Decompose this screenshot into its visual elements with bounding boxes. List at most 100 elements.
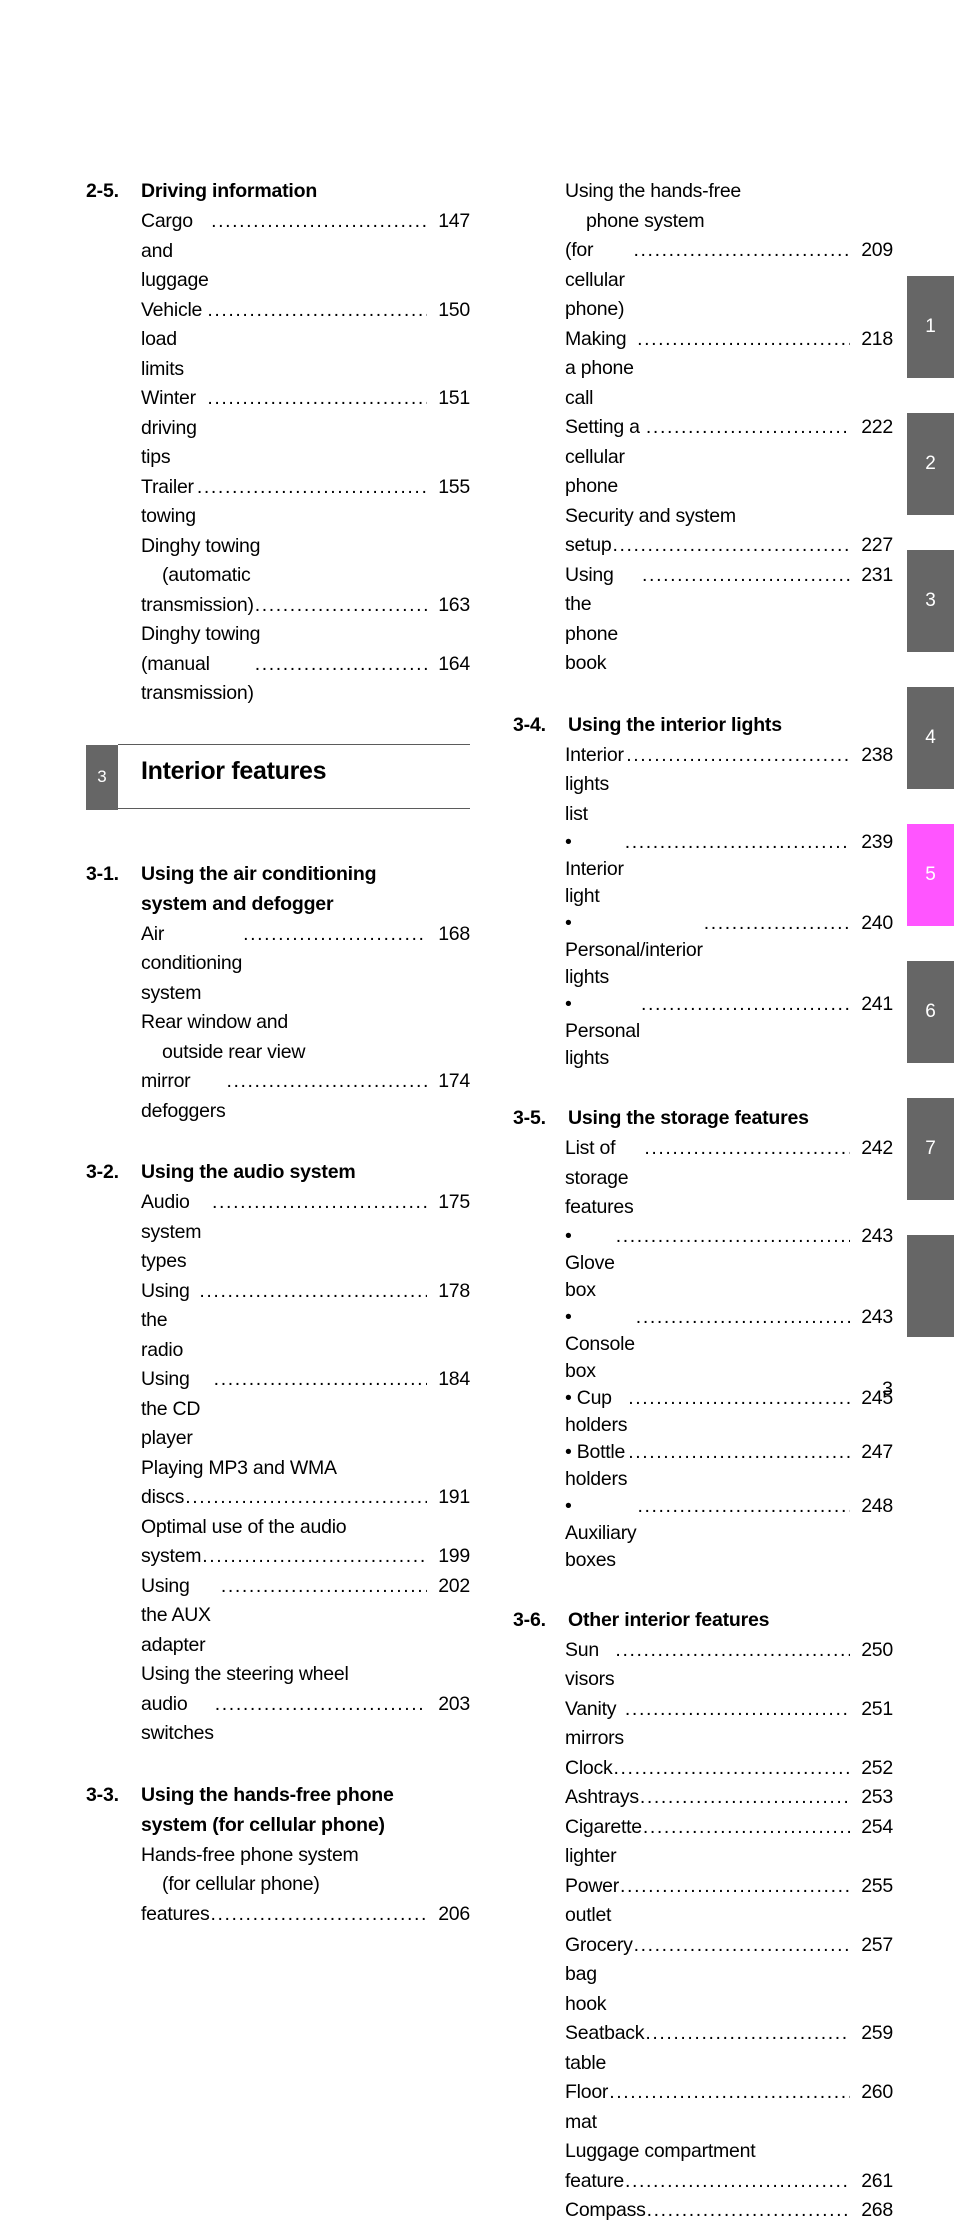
toc-entry[interactable]: Cigarette lighter 254	[513, 1813, 893, 1872]
toc-entry[interactable]: Hands-free phone system (for cellular pho…	[86, 1841, 470, 1930]
toc-entry[interactable]: Making a phone call 218	[513, 325, 893, 414]
toc-entry[interactable]: • Console box 243	[513, 1304, 893, 1385]
toc-entry[interactable]: Grocery bag hook 257	[513, 1931, 893, 2020]
toc-entry-page-number: 248	[861, 1494, 893, 1517]
toc-entry-label: setup	[565, 534, 612, 556]
toc-entry-page-number: 163	[438, 593, 470, 616]
toc-section-heading[interactable]: 3-1. Using the air conditioning system and…	[86, 859, 470, 919]
toc-section-title-line: Using the hands-free phone	[141, 1783, 394, 1806]
toc-entry[interactable]: Trailer towing 155	[86, 473, 470, 532]
side-tab-2[interactable]: 2	[907, 413, 954, 515]
toc-entry-label: system	[141, 1545, 202, 1567]
toc-entry[interactable]: Interior lights list 238	[513, 741, 893, 830]
toc-entry[interactable]: • Interior light 239	[513, 829, 893, 910]
toc-section-number: 3-4.	[513, 713, 546, 736]
dot-leader	[616, 1223, 850, 1250]
side-tab-5[interactable]: 5	[907, 824, 954, 926]
toc-section-heading[interactable]: 3-4. Using the interior lights	[513, 710, 893, 740]
toc-entry[interactable]: • Glove box 243	[513, 1223, 893, 1304]
side-tab-4[interactable]: 4	[907, 687, 954, 789]
toc-entry[interactable]: Using the AUX adapter 202	[86, 1572, 470, 1661]
toc-section-title-line: Using the interior lights	[568, 713, 782, 736]
toc-entry[interactable]: Ashtrays 253	[513, 1783, 893, 1813]
toc-section: 3-5. Using the storage features List of st…	[513, 1103, 893, 1574]
toc-entry-label: Using the radio	[141, 1279, 195, 1361]
toc-entry[interactable]: • Bottle holders 247	[513, 1439, 893, 1493]
toc-entry[interactable]: Power outlet 255	[513, 1872, 893, 1931]
toc-entry[interactable]: Playing MP3 and WMA discs 191	[86, 1454, 470, 1513]
toc-entry[interactable]: Compass 268	[513, 2196, 893, 2226]
toc-entry[interactable]: • Personal lights 241	[513, 991, 893, 1072]
toc-entry-label: Hands-free phone system	[141, 1843, 359, 1866]
toc-entry[interactable]: Winter driving tips 151	[86, 384, 470, 473]
toc-page: 2-5. Driving information Cargo and luggage…	[0, 0, 954, 2221]
toc-entry[interactable]: Floor mat 260	[513, 2078, 893, 2137]
dot-leader	[704, 910, 850, 937]
toc-left-column: 2-5. Driving information Cargo and luggage…	[86, 0, 470, 1929]
toc-entry-page-number: 242	[861, 1137, 893, 1159]
toc-entry[interactable]: Using the hands-free phone system (for cel…	[513, 177, 893, 325]
toc-section: 3-4. Using the interior lights Interior li…	[513, 710, 893, 1073]
toc-entry[interactable]: • Personal/interior lights 240	[513, 910, 893, 991]
toc-entry-label: outside rear view	[162, 1040, 306, 1063]
chapter-number-badge: 3	[86, 744, 118, 810]
toc-entry-label: transmission)	[141, 593, 254, 616]
toc-section-number: 3-3.	[86, 1783, 119, 1806]
toc-entry[interactable]: Using the radio 178	[86, 1277, 470, 1366]
side-tab-label: 3	[925, 590, 936, 611]
toc-entry[interactable]: Setting a cellular phone 222	[513, 413, 893, 502]
toc-entry[interactable]: Dinghy towing (manual transmission) 164	[86, 620, 470, 709]
toc-entry[interactable]: Luggage compartment feature 261	[513, 2137, 893, 2196]
toc-entry[interactable]: • Auxiliary boxes 248	[513, 1493, 893, 1574]
dot-leader	[634, 236, 850, 266]
toc-entry[interactable]: Air conditioning system 168	[86, 920, 470, 1009]
dot-leader	[215, 1690, 427, 1720]
side-tab-7[interactable]: 7	[907, 1098, 954, 1200]
toc-entry[interactable]: Optimal use of the audio system 199	[86, 1513, 470, 1572]
toc-section-heading[interactable]: 3-6. Other interior features	[513, 1605, 893, 1635]
toc-entry[interactable]: Sun visors 250	[513, 1636, 893, 1695]
toc-section: 3-2. Using the audio system Audio system t…	[86, 1157, 470, 1749]
dot-leader	[614, 1754, 850, 1784]
toc-entry-page-number: 206	[438, 1902, 470, 1925]
dot-leader	[640, 1783, 850, 1813]
toc-section-heading[interactable]: 3-3. Using the hands-free phone system (fo…	[86, 1780, 470, 1840]
toc-entry-list: Interior lights list 238 • Interior light 2…	[513, 741, 893, 1073]
toc-entry-page-number: 168	[438, 922, 470, 945]
toc-entry[interactable]: Audio system types 175	[86, 1188, 470, 1277]
side-tab-label: 6	[925, 1001, 936, 1022]
toc-entry-page-number: 174	[438, 1070, 470, 1092]
toc-entry[interactable]: Vanity mirrors 251	[513, 1695, 893, 1754]
toc-entry[interactable]: Cargo and luggage 147	[86, 207, 470, 296]
toc-section-number: 3-2.	[86, 1161, 119, 1183]
toc-entry[interactable]: Clock 252	[513, 1754, 893, 1784]
toc-section-title-line: Driving information	[141, 180, 318, 202]
side-tab-6[interactable]: 6	[907, 961, 954, 1063]
dot-leader	[643, 1813, 850, 1843]
toc-entry[interactable]: Seatback table 259	[513, 2019, 893, 2078]
toc-entry-page-number: 250	[861, 1638, 893, 1661]
toc-entry[interactable]: List of storage features 242	[513, 1134, 893, 1223]
toc-section-heading[interactable]: 3-2. Using the audio system	[86, 1157, 470, 1187]
toc-entry[interactable]: Using the steering wheel audio switches 20…	[86, 1660, 470, 1749]
toc-entry-list: Using the hands-free phone system (for cel…	[513, 177, 893, 679]
dot-leader	[199, 1277, 427, 1307]
side-tab-1[interactable]: 1	[907, 276, 954, 378]
toc-entry-page-number: 255	[861, 1874, 893, 1897]
side-tab-3[interactable]: 3	[907, 550, 954, 652]
toc-entry-label: (for cellular phone)	[565, 239, 630, 320]
toc-entry[interactable]: Using the phone book 231	[513, 561, 893, 679]
toc-entry-label: Making a phone call	[565, 327, 639, 409]
toc-section-heading[interactable]: 2-5. Driving information	[86, 176, 470, 206]
toc-entry[interactable]: Security and system setup 227	[513, 502, 893, 561]
toc-entry[interactable]: Vehicle load limits 150	[86, 296, 470, 385]
toc-entry-label: (manual transmission)	[141, 652, 254, 705]
toc-entry-page-number: 227	[861, 534, 893, 556]
toc-entry[interactable]: Dinghy towing (automatic transmission) 163	[86, 532, 470, 621]
toc-entry-label: • Auxiliary boxes	[565, 1494, 642, 1571]
dot-leader	[255, 650, 427, 680]
toc-entry[interactable]: Rear window and outside rear view mirror d…	[86, 1008, 470, 1126]
toc-section-heading[interactable]: 3-5. Using the storage features	[513, 1103, 893, 1133]
side-tab-blank[interactable]	[907, 1235, 954, 1337]
